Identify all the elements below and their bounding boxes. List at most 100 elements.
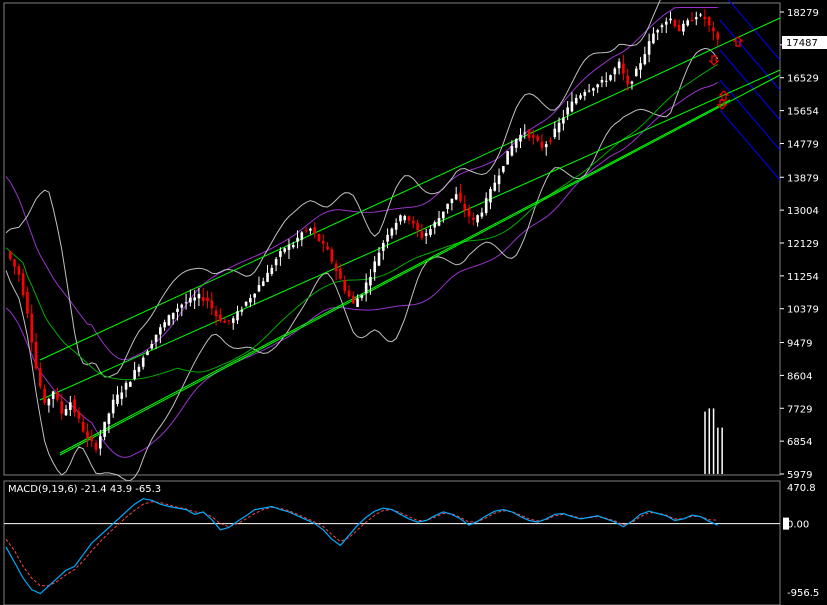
candle-body [707,17,711,26]
candle-body [47,399,51,406]
price-tick-label: 14779 [787,139,819,150]
candle-body [694,17,698,20]
candle-body [154,334,158,342]
candle-body [163,322,166,328]
candle-body [484,198,488,214]
candle-body [549,140,552,142]
candle-body [682,23,685,32]
last-price-tag: 17487 [782,36,827,49]
candle-body [429,229,432,236]
candle-body [304,230,308,232]
candle-body [527,130,531,138]
candle-body [652,33,655,44]
price-panel[interactable]: 1827917404165291565414779138791300412129… [3,0,827,482]
candle-body [69,402,72,411]
candle-body [90,437,94,442]
candle-body [386,234,389,242]
candle-body [56,392,59,400]
candle-body [64,409,68,416]
candle-body [266,272,269,282]
candle-body [570,101,574,112]
candle-body [249,298,252,303]
candle-body [562,117,565,124]
candle-body [553,128,557,138]
price-tick-label: 18279 [787,8,819,19]
candle-body [617,61,621,69]
candle-body [103,421,106,437]
candle-body [459,192,462,202]
candle-body [201,297,205,301]
macd-tick-label: 0.00 [787,520,809,531]
candle-body [360,295,364,298]
price-tick-label: 7729 [787,404,812,415]
candle-body [514,139,518,148]
candle-body [141,357,145,367]
candle-body [120,392,124,399]
chart-canvas[interactable]: 1827917404165291565414779138791300412129… [0,0,827,605]
volume-bar [708,408,711,474]
candle-body [660,25,664,28]
candle-body [364,282,368,294]
candle-body [390,228,394,236]
candle-body [502,166,505,172]
candle-body [223,320,226,323]
candle-body [604,80,608,82]
candle-body [111,399,115,414]
candle-body [326,246,329,250]
candle-body [287,244,291,250]
price-axis[interactable]: 1827917404165291565414779138791300412129… [780,8,819,481]
macd-axis[interactable]: 470.8 0.00 -956.5 [783,483,819,599]
candle-body [609,75,612,81]
price-tick-label: 12129 [787,239,819,250]
candle-body [536,136,539,141]
candle-body [403,216,407,221]
candle-body [26,291,29,314]
candle-body [669,18,672,21]
candle-body [412,220,415,224]
candle-body [437,218,441,226]
candle-body [493,182,497,191]
candle-body [17,266,21,275]
candle-body [369,276,372,286]
candle-body [129,381,132,387]
price-tick-label: 10379 [787,305,819,316]
candle-body [124,382,128,390]
candle-body [244,301,248,306]
candle-body [489,188,492,203]
candle-body [189,297,192,303]
candle-body [686,20,690,26]
candle-body [399,215,402,222]
candle-body [433,222,437,228]
candle-body [81,421,85,432]
candle-body [133,369,136,380]
candle-body [639,63,642,70]
candle-body [116,394,119,404]
candle-body [43,388,46,403]
candle-body [214,310,218,317]
candle-body [240,309,244,312]
candle-body [176,308,179,313]
candle-body [351,296,355,304]
candle-body [630,81,634,84]
candle-body [261,281,265,286]
volume-bar [717,427,719,474]
candle-body [86,431,89,438]
candle-body [279,250,282,257]
candle-body [274,259,278,266]
candle-body [472,217,475,220]
candle-body [557,122,561,133]
candle-body [167,315,171,326]
candle-body [313,227,316,234]
macd-panel[interactable]: MACD(9,19,6) -21.4 43.9 -65.3 470.8 0.00 -… [3,480,819,605]
price-tick-label: 6854 [787,437,812,448]
candle-body [193,297,196,301]
macd-tick-label: 470.8 [787,483,816,494]
candle-body [171,312,175,320]
candle-body [574,97,578,104]
candle-body [454,194,458,200]
candle-body [38,368,42,387]
candle-body [519,134,522,142]
candle-body [506,151,509,165]
candle-body [523,132,527,134]
price-tick-label: 13004 [787,206,819,217]
